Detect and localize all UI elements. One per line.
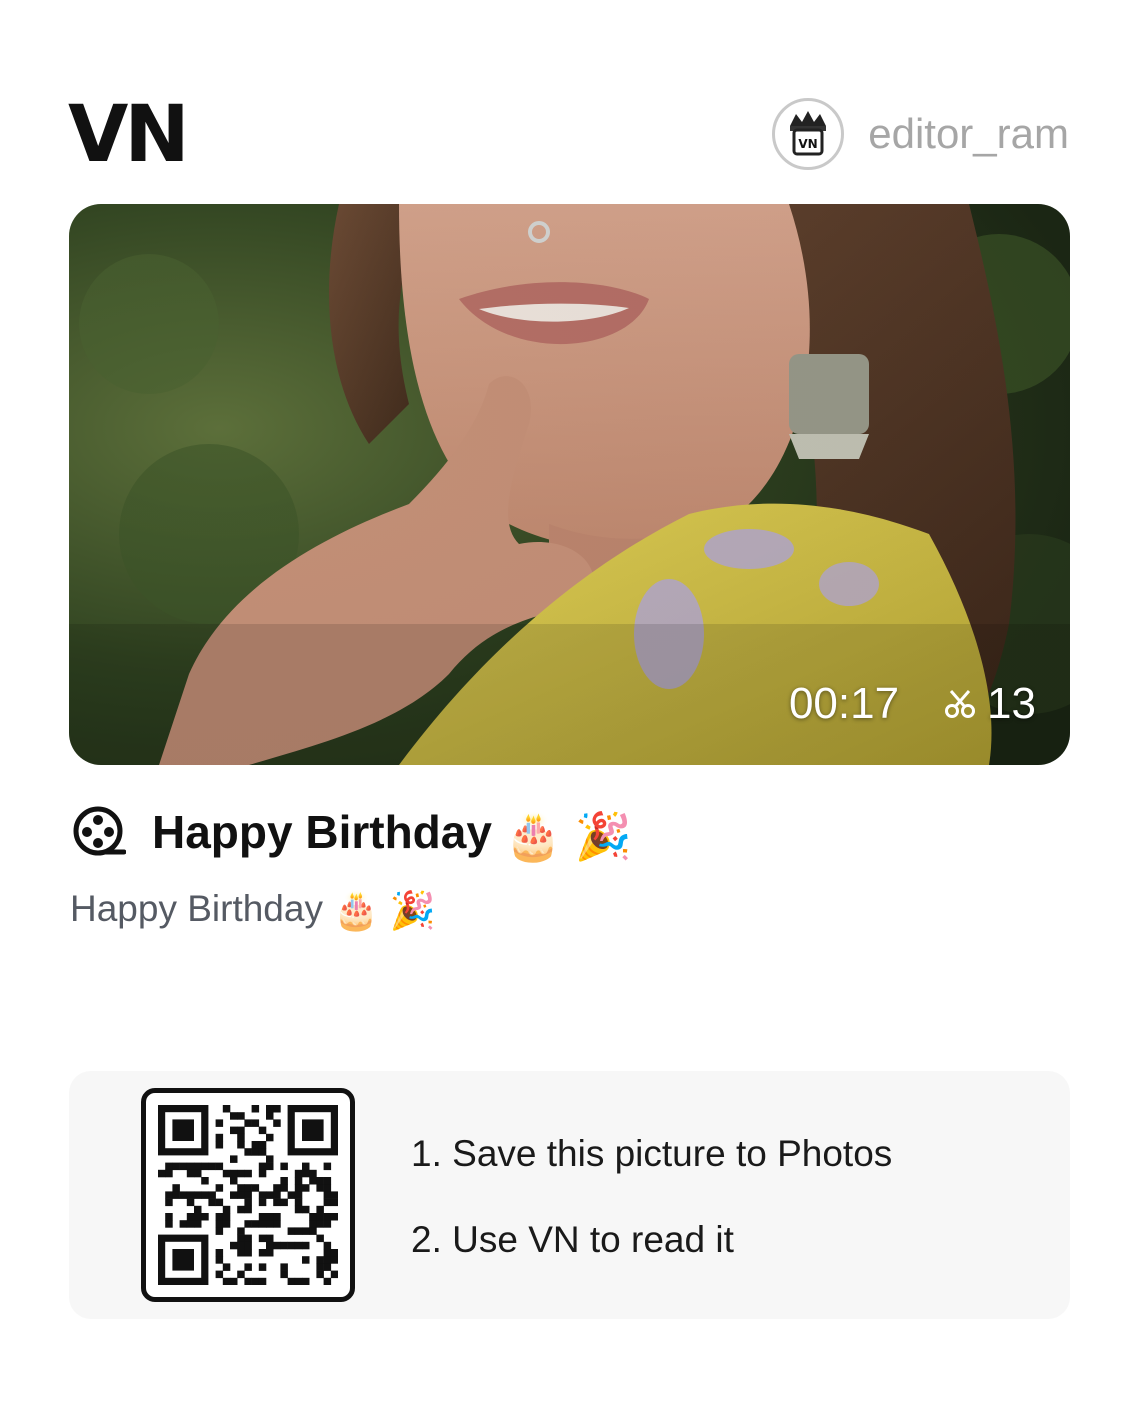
post-title: Happy Birthday 🎂 🎉: [152, 805, 632, 863]
media-stats: 00:17 13: [789, 679, 1036, 729]
vn-logo: VN: [68, 90, 190, 180]
post-title-text: Happy Birthday: [152, 806, 492, 859]
party-popper-emoji: 🎉: [389, 889, 436, 931]
svg-text:VN: VN: [799, 137, 818, 151]
qr-panel: 1. Save this picture to Photos 2. Use VN…: [69, 1071, 1070, 1319]
qr-code-pattern: [158, 1105, 339, 1286]
film-reel-icon: [72, 805, 127, 864]
avatar[interactable]: VN: [772, 98, 845, 170]
post-description-text: Happy Birthday: [70, 888, 323, 929]
instruction-step-1: 1. Save this picture to Photos: [411, 1133, 893, 1174]
instructions: 1. Save this picture to Photos 2. Use VN…: [411, 1133, 892, 1305]
video-thumbnail[interactable]: 00:17 13: [69, 204, 1070, 765]
share-card: VN VN editor_ram 00:17 13 Happy Birthday…: [0, 0, 1139, 1422]
qr-code[interactable]: [141, 1088, 355, 1302]
vn-crown-avatar-icon: VN: [790, 111, 827, 156]
clip-count-label: 13: [987, 679, 1036, 728]
username[interactable]: editor_ram: [868, 110, 1069, 158]
party-popper-emoji: 🎉: [574, 809, 633, 862]
duration-label: 00:17: [788, 679, 900, 728]
scissors-icon: [943, 687, 977, 721]
post-description: Happy Birthday 🎂 🎉: [70, 888, 436, 933]
instruction-step-2: 2. Use VN to read it: [411, 1219, 734, 1260]
user-info[interactable]: VN editor_ram: [772, 98, 1069, 170]
cake-emoji: 🎂: [504, 809, 563, 862]
cake-emoji: 🎂: [333, 889, 380, 931]
title-row: Happy Birthday 🎂 🎉: [72, 805, 632, 864]
